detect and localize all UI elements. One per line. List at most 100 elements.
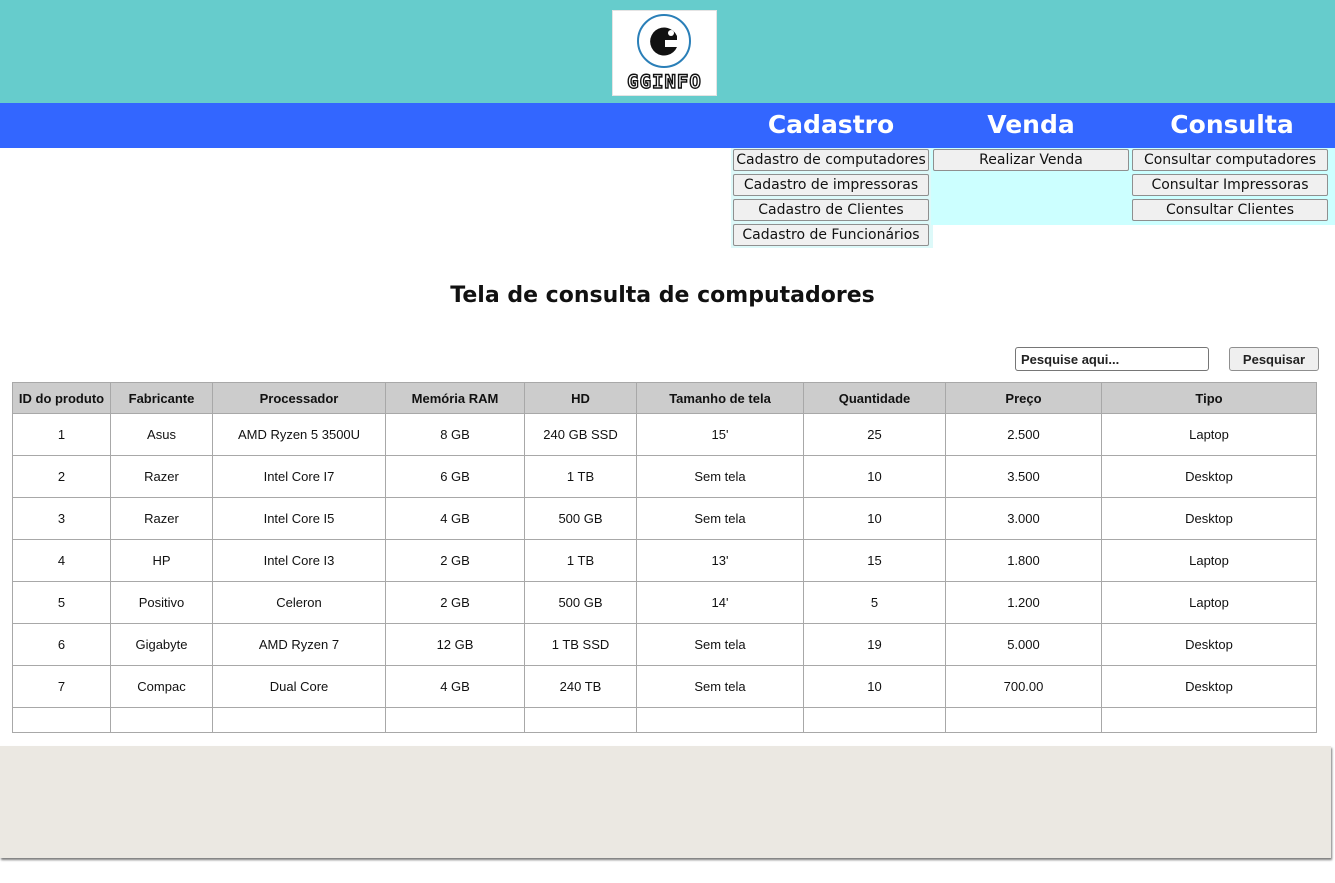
table-cell [803,707,946,733]
table-cell: 3.500 [945,455,1102,498]
nav-venda[interactable]: Venda [931,103,1131,148]
table-cell: Dual Core [212,665,386,708]
realizar-venda-button[interactable]: Realizar Venda [933,149,1129,171]
table-cell: 5.000 [945,623,1102,666]
table-cell: 500 GB [524,497,637,540]
consultar-computadores-button[interactable]: Consultar computadores [1132,149,1328,171]
cadastro-computadores-button[interactable]: Cadastro de computadores [733,149,929,171]
table-cell: 1 TB SSD [524,623,637,666]
column-header: HD [524,382,637,414]
table-cell: 1.200 [945,581,1102,624]
table-cell: Razer [110,455,213,498]
table-cell: 700.00 [945,665,1102,708]
table-cell: 2 GB [385,581,525,624]
table-cell: HP [110,539,213,582]
table-cell: 25 [803,413,946,456]
table-cell: 10 [803,497,946,540]
table-cell: Positivo [110,581,213,624]
header-bar: GGINFO [0,0,1335,103]
table-header-row: ID do produto Fabricante Processador Mem… [12,382,1317,414]
table-row: 4 HP Intel Core I3 2 GB 1 TB 13' 15 1.800 Laptop [12,539,1317,582]
table-cell: 500 GB [524,581,637,624]
table-cell: Razer [110,497,213,540]
table-cell: 240 TB [524,665,637,708]
page-title: Tela de consulta de computadores [450,283,875,308]
column-header: Preço [945,382,1102,414]
table-cell: AMD Ryzen 5 3500U [212,413,386,456]
search-button[interactable]: Pesquisar [1229,347,1319,371]
computers-table: ID do produto Fabricante Processador Mem… [12,382,1317,733]
table-cell: Laptop [1101,539,1317,582]
cadastro-impressoras-button[interactable]: Cadastro de impressoras [733,174,929,196]
table-cell: Desktop [1101,665,1317,708]
table-cell: Laptop [1101,581,1317,624]
table-cell: Gigabyte [110,623,213,666]
table-cell [110,707,213,733]
venda-dropdown: Realizar Venda [931,148,1133,225]
table-cell: 2 GB [385,539,525,582]
column-header: Quantidade [803,382,946,414]
table-cell: Intel Core I5 [212,497,386,540]
table-cell: Compac [110,665,213,708]
cadastro-dropdown: Cadastro de computadores Cadastro de imp… [731,148,933,248]
table-row: 3 Razer Intel Core I5 4 GB 500 GB Sem tela 10 3… [12,497,1317,540]
table-cell: 10 [803,455,946,498]
table-cell: Sem tela [636,665,804,708]
table-cell: 1 [12,413,111,456]
table-cell: 3 [12,497,111,540]
cadastro-clientes-button[interactable]: Cadastro de Clientes [733,199,929,221]
table-row: 7 Compac Dual Core 4 GB 240 TB Sem tela 10 700.… [12,665,1317,708]
table-cell: 13' [636,539,804,582]
table-cell: 1 TB [524,539,637,582]
table-cell: 14' [636,581,804,624]
table-cell [1101,707,1317,733]
table-cell: Sem tela [636,497,804,540]
table-cell: 10 [803,665,946,708]
table-cell [12,707,111,733]
table-cell: 6 [12,623,111,666]
logo-text: GGINFO [626,70,702,93]
table-row: 2 Razer Intel Core I7 6 GB 1 TB Sem tela 10 3.5… [12,455,1317,498]
table-cell: 3.000 [945,497,1102,540]
table-cell [212,707,386,733]
table-cell: AMD Ryzen 7 [212,623,386,666]
column-header: Tamanho de tela [636,382,804,414]
table-row [12,707,1317,733]
consultar-clientes-button[interactable]: Consultar Clientes [1132,199,1328,221]
table-cell: Laptop [1101,413,1317,456]
logo: GGINFO [612,10,717,96]
table-cell: 2 [12,455,111,498]
table-cell: 8 GB [385,413,525,456]
table-row: 1 Asus AMD Ryzen 5 3500U 8 GB 240 GB SSD 15' 2… [12,413,1317,456]
table-cell: Intel Core I3 [212,539,386,582]
table-cell: 15 [803,539,946,582]
main-nav: Cadastro Venda Consulta [0,103,1335,148]
table-cell: 1 TB [524,455,637,498]
table-cell: Sem tela [636,455,804,498]
column-header: Processador [212,382,386,414]
table-cell: 4 GB [385,497,525,540]
table-cell: 5 [12,581,111,624]
table-cell: 12 GB [385,623,525,666]
table-cell: Intel Core I7 [212,455,386,498]
table-cell: Sem tela [636,623,804,666]
table-cell: 1.800 [945,539,1102,582]
table-cell: 6 GB [385,455,525,498]
consultar-impressoras-button[interactable]: Consultar Impressoras [1132,174,1328,196]
table-cell: 19 [803,623,946,666]
consulta-dropdown: Consultar computadores Consultar Impress… [1130,148,1335,225]
table-cell: Desktop [1101,497,1317,540]
column-header: Memória RAM [385,382,525,414]
table-cell [524,707,637,733]
search-input[interactable] [1015,347,1209,371]
column-header: Fabricante [110,382,213,414]
cadastro-funcionarios-button[interactable]: Cadastro de Funcionários [733,224,929,246]
table-cell [945,707,1102,733]
nav-consulta[interactable]: Consulta [1132,103,1332,148]
table-row: 5 Positivo Celeron 2 GB 500 GB 14' 5 1.200 Lapto… [12,581,1317,624]
column-header: ID do produto [12,382,111,414]
logo-emblem-icon [637,14,691,68]
nav-cadastro[interactable]: Cadastro [731,103,931,148]
column-header: Tipo [1101,382,1317,414]
table-cell: Desktop [1101,455,1317,498]
